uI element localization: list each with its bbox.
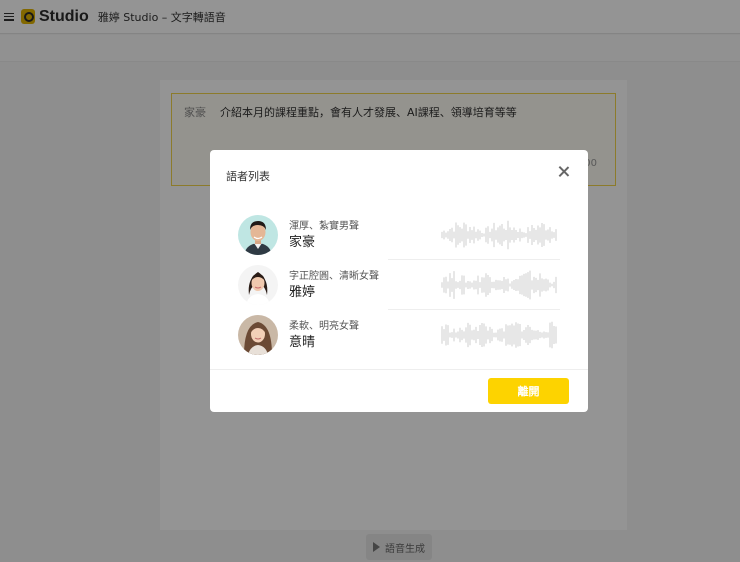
voice-description: 柔軟、明亮女聲 [289, 321, 359, 332]
leave-button[interactable]: 離開 [488, 378, 569, 404]
avatar [238, 315, 278, 355]
voice-item[interactable]: 渾厚、紮實男聲 家豪 [238, 210, 560, 260]
avatar [238, 265, 278, 305]
waveform-icon[interactable] [440, 269, 560, 301]
speaker-list-modal: 語者列表 渾厚、紮實男聲 家豪 字正腔圓、清晰女聲 雅婷 柔軟、明亮女聲 意晴 … [210, 150, 588, 412]
voice-description: 字正腔圓、清晰女聲 [289, 271, 379, 282]
close-icon[interactable] [556, 164, 572, 180]
voice-item[interactable]: 字正腔圓、清晰女聲 雅婷 [238, 260, 560, 310]
voice-item[interactable]: 柔軟、明亮女聲 意晴 [238, 310, 560, 360]
waveform-icon[interactable] [440, 219, 560, 251]
voice-description: 渾厚、紮實男聲 [289, 221, 359, 232]
waveform-icon[interactable] [440, 319, 560, 351]
modal-footer-divider [210, 369, 588, 370]
voice-name: 雅婷 [289, 285, 316, 300]
voice-name: 家豪 [289, 235, 316, 250]
voice-name: 意晴 [289, 335, 316, 350]
avatar [238, 215, 278, 255]
modal-title: 語者列表 [226, 170, 270, 183]
